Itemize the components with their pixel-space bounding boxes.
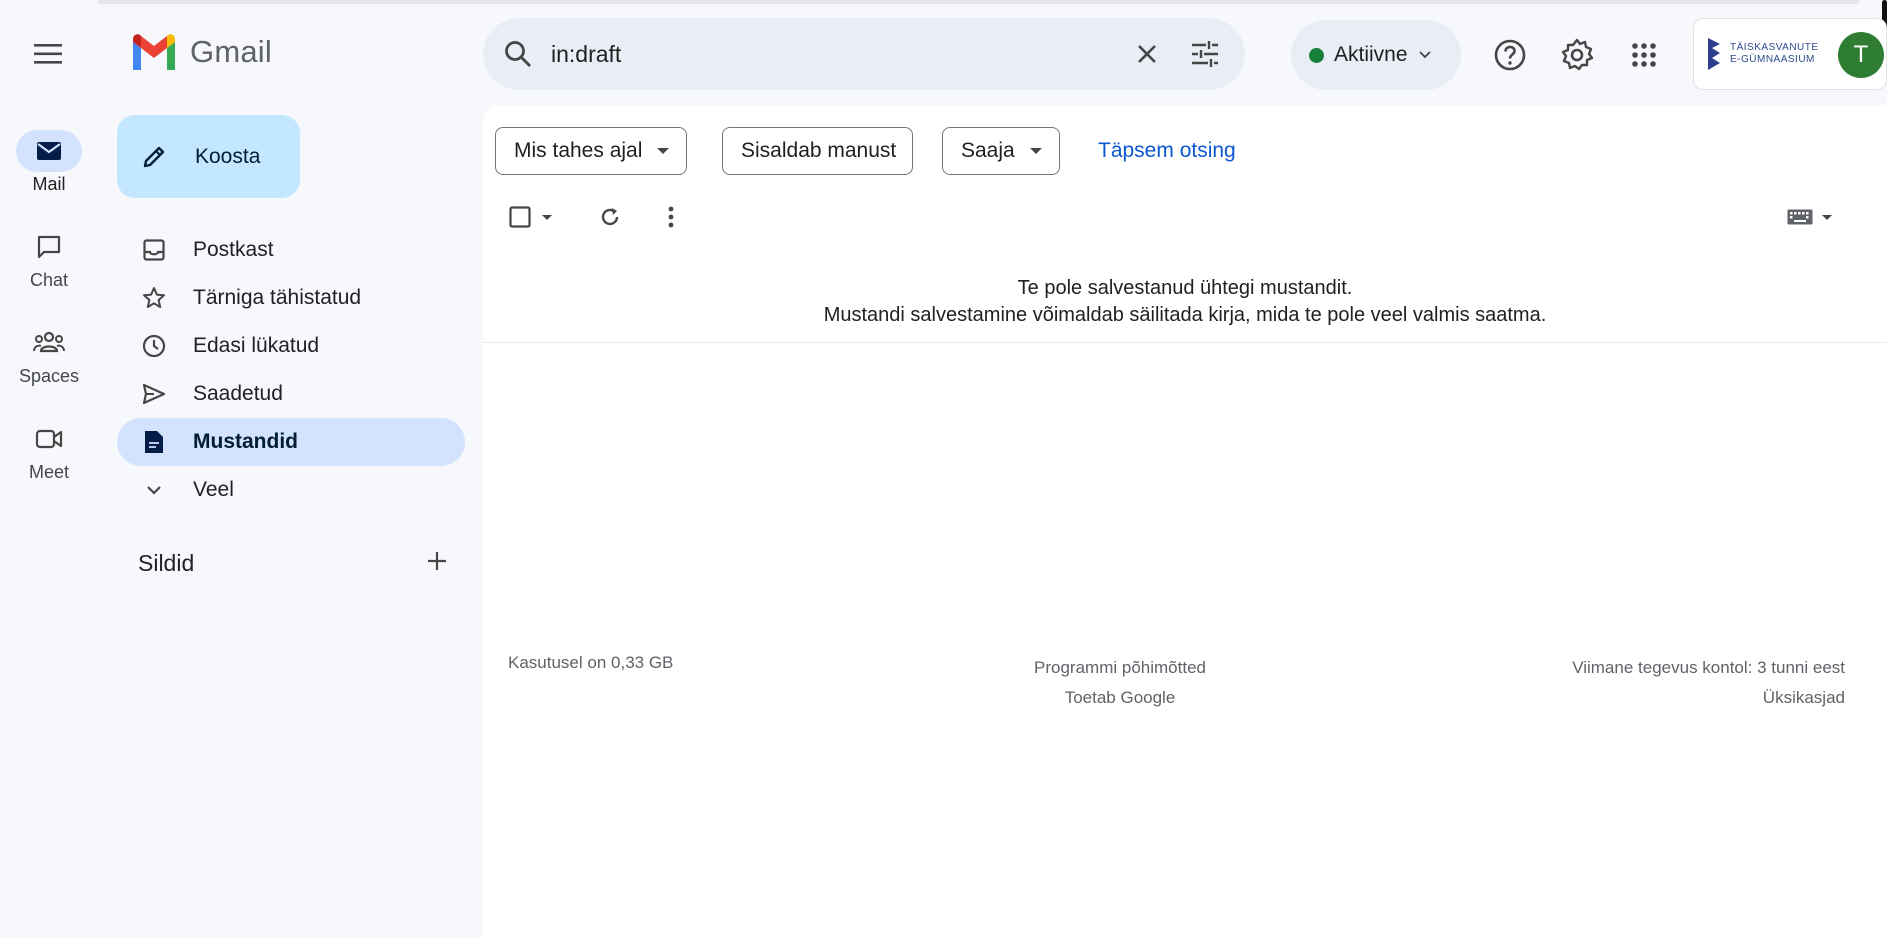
nav-item-more[interactable]: Veel — [117, 466, 465, 514]
compose-button[interactable]: Koosta — [117, 115, 300, 198]
empty-state-line1: Te pole salvestanud ühtegi mustandit. — [1017, 277, 1353, 299]
more-vert-icon — [668, 206, 674, 228]
rail-item-meet[interactable]: Meet — [0, 418, 98, 483]
rail-label-spaces: Spaces — [18, 366, 80, 386]
filter-chip-time[interactable]: Mis tahes ajal — [495, 127, 688, 175]
keyboard-icon — [1787, 209, 1813, 225]
search-bar — [483, 18, 1245, 90]
send-icon — [141, 381, 167, 407]
nav-label-starred: Tärniga tähistatud — [193, 286, 362, 309]
checkbox-icon — [509, 206, 531, 228]
window-top-edge — [80, 0, 1860, 4]
filter-chip-recipient-label: Saaja — [961, 139, 1015, 162]
help-icon — [1494, 39, 1526, 71]
main-menu-button[interactable] — [24, 36, 72, 72]
caret-down-icon — [657, 148, 670, 154]
footer-right: Viimane tegevus kontol: 3 tunni eest Üks… — [1572, 653, 1845, 713]
gmail-wordmark: Gmail — [190, 34, 272, 69]
hamburger-icon — [34, 44, 62, 64]
chat-icon — [37, 235, 61, 259]
refresh-icon — [601, 208, 619, 226]
rail-label-mail: Mail — [32, 174, 66, 194]
chevron-down-icon — [1418, 51, 1431, 59]
caret-down-icon — [1029, 148, 1042, 154]
nav-label-more: Veel — [193, 478, 234, 501]
plus-icon — [428, 552, 446, 570]
nav-item-snoozed[interactable]: Edasi lükatud — [117, 322, 465, 370]
rail-label-chat: Chat — [29, 270, 69, 290]
settings-button[interactable] — [1556, 34, 1598, 76]
rail-item-spaces[interactable]: Spaces — [0, 322, 98, 387]
filter-chip-attachment[interactable]: Sisaldab manust — [722, 127, 914, 175]
more-actions-button[interactable] — [668, 201, 674, 233]
compose-label: Koosta — [195, 144, 261, 168]
gmail-m-icon — [133, 34, 175, 70]
org-e-logo-icon — [1708, 38, 1720, 70]
status-selector[interactable]: Aktiivne — [1291, 20, 1461, 90]
rail-label-meet: Meet — [28, 462, 70, 482]
clock-icon — [141, 333, 167, 359]
gear-icon — [1561, 38, 1594, 71]
nav-label-sent: Saadetud — [193, 382, 283, 405]
help-button[interactable] — [1489, 34, 1531, 76]
nav-label-inbox: Postkast — [193, 238, 274, 261]
empty-state-message: Te pole salvestanud ühtegi mustandit. Mu… — [483, 275, 1887, 329]
rail-item-chat[interactable]: Chat — [0, 226, 98, 291]
filter-chip-recipient[interactable]: Saaja — [942, 127, 1060, 175]
last-activity: Viimane tegevus kontol: 3 tunni eest — [1572, 658, 1845, 677]
filter-chip-attachment-label: Sisaldab manust — [741, 139, 897, 162]
caret-down-icon — [1822, 214, 1832, 220]
star-icon — [141, 285, 167, 311]
list-divider — [483, 342, 1887, 343]
spaces-icon — [33, 331, 65, 353]
tune-icon — [1192, 41, 1218, 67]
status-dot — [1309, 47, 1324, 63]
status-label: Aktiivne — [1334, 43, 1408, 66]
add-label-button[interactable] — [426, 550, 448, 577]
chevron-down-icon — [141, 477, 167, 503]
refresh-button[interactable] — [599, 201, 621, 233]
org-name-line1: TÄISKASVANUTE — [1730, 42, 1819, 53]
details-link[interactable]: Üksikasjad — [1572, 683, 1845, 713]
filter-chip-time-label: Mis tahes ajal — [514, 139, 643, 162]
labels-title: Sildid — [138, 550, 195, 576]
inbox-icon — [141, 237, 167, 263]
clear-search-button[interactable] — [1127, 34, 1167, 74]
input-tools-button[interactable] — [1787, 201, 1833, 233]
pencil-icon — [143, 146, 165, 167]
nav-label-snoozed: Edasi lükatud — [193, 334, 320, 357]
organization-logo: TÄISKASVANUTE E-GÜMNAASIUM — [1706, 36, 1819, 72]
close-icon — [1138, 45, 1156, 63]
app-rail: Mail Chat Spaces Meet — [0, 0, 98, 937]
draft-icon — [141, 429, 167, 455]
nav-item-sent[interactable]: Saadetud — [117, 370, 465, 418]
empty-state-line2: Mustandi salvestamine võimaldab säilitad… — [823, 304, 1547, 326]
labels-section: Sildid — [138, 550, 448, 577]
nav-label-drafts: Mustandid — [193, 430, 298, 453]
search-input[interactable] — [551, 40, 1109, 68]
caret-down-icon — [542, 214, 552, 220]
mail-icon — [37, 142, 61, 160]
advanced-search-link[interactable]: Täpsem otsing — [1098, 139, 1236, 163]
nav-item-drafts[interactable]: Mustandid — [117, 418, 465, 466]
nav-item-inbox[interactable]: Postkast — [117, 226, 465, 274]
avatar[interactable]: T — [1838, 32, 1884, 78]
apps-grid-icon — [1632, 43, 1656, 67]
nav-item-starred[interactable]: Tärniga tähistatud — [117, 274, 465, 322]
search-icon[interactable] — [503, 39, 533, 69]
main-panel: Mis tahes ajal Sisaldab manust Saaja Täp… — [483, 105, 1887, 937]
meet-icon — [35, 429, 63, 449]
gmail-logo[interactable]: Gmail — [130, 34, 272, 70]
org-name-line2: E-GÜMNAASIUM — [1730, 54, 1815, 65]
search-options-button[interactable] — [1185, 34, 1225, 74]
folder-nav: Postkast Tärniga tähistatud Edasi lükatu… — [117, 226, 465, 514]
rail-item-mail[interactable]: Mail — [0, 130, 98, 195]
apps-button[interactable] — [1623, 34, 1665, 76]
select-all-checkbox[interactable] — [509, 201, 553, 233]
